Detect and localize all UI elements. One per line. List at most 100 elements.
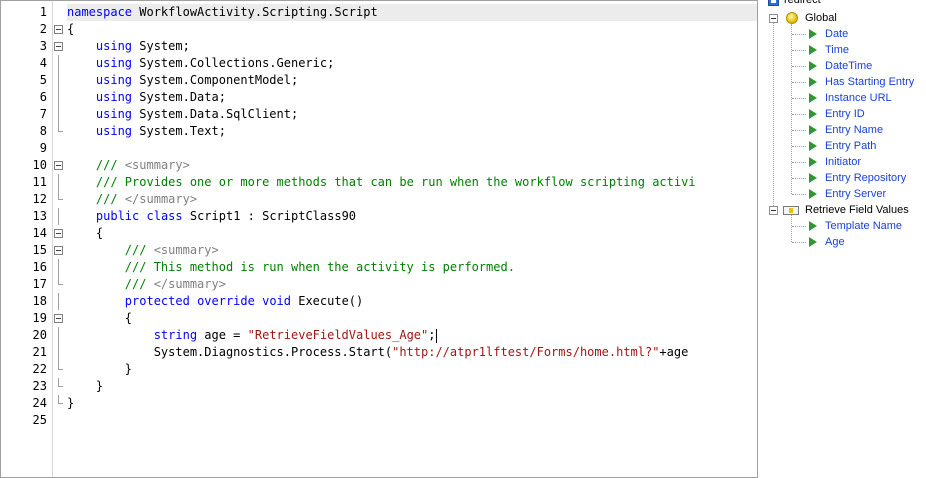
tree-guide xyxy=(792,242,806,243)
fold-guide xyxy=(53,293,65,310)
tree-item-token[interactable]: Entry Name xyxy=(825,122,883,138)
line-number-gutter: 1 2 3 4 5 6 7 8 9 10 11 12 13 14 15 16 17 18 19 20 21 22 23 24 2… xyxy=(1,1,53,477)
code-line[interactable]: using System.Data; xyxy=(67,89,757,106)
workflow-icon xyxy=(768,0,779,6)
play-arrow-icon xyxy=(809,173,817,183)
code-token: <summary> xyxy=(117,158,190,172)
fold-guide xyxy=(53,55,65,72)
code-line[interactable]: /// </summary> xyxy=(67,191,757,208)
code-line[interactable]: } xyxy=(67,361,757,378)
code-line[interactable]: /// <summary> xyxy=(67,157,757,174)
tree-guide xyxy=(792,114,806,115)
code-token: System.Data; xyxy=(132,90,226,104)
tree-item-token[interactable]: Template Name xyxy=(825,218,902,234)
line-number: 2 xyxy=(39,22,47,36)
code-line[interactable]: /// Provides one or more methods that ca… xyxy=(67,174,757,191)
code-line[interactable]: protected override void Execute() xyxy=(67,293,757,310)
tree-guide xyxy=(792,130,806,131)
code-line[interactable]: /// <summary> xyxy=(67,242,757,259)
code-line[interactable]: } xyxy=(67,378,757,395)
tree-node-retrieve-field-values[interactable]: Retrieve Field Values xyxy=(805,202,909,218)
code-token: } xyxy=(67,396,75,410)
tree-item-token[interactable]: Entry Repository xyxy=(825,170,906,186)
code-line[interactable] xyxy=(67,412,757,429)
play-arrow-icon xyxy=(809,141,817,151)
play-arrow-icon xyxy=(809,189,817,199)
code-line[interactable]: using System; xyxy=(67,38,757,55)
code-token: { xyxy=(67,311,133,325)
tree-item-token[interactable]: Instance URL xyxy=(825,90,892,106)
code-line[interactable]: { xyxy=(67,21,757,38)
code-line[interactable]: using System.ComponentModel; xyxy=(67,72,757,89)
collapse-icon[interactable] xyxy=(53,310,65,327)
code-token: using xyxy=(95,90,133,104)
code-line[interactable]: { xyxy=(67,310,757,327)
collapse-icon[interactable] xyxy=(53,21,65,38)
tree-guide xyxy=(792,194,806,195)
code-line[interactable]: string age = "RetrieveFieldValues_Age"; xyxy=(67,327,757,344)
code-line[interactable]: } xyxy=(67,395,757,412)
tree-item-token[interactable]: Entry Path xyxy=(825,138,876,154)
code-token: protected xyxy=(124,294,190,308)
code-line[interactable]: /// This method is run when the activity… xyxy=(67,259,757,276)
play-arrow-icon xyxy=(809,93,817,103)
code-token: System.Diagnostics.Process.Start( xyxy=(67,345,393,359)
code-line[interactable] xyxy=(67,140,757,157)
code-line[interactable]: /// </summary> xyxy=(67,276,757,293)
code-line[interactable]: using System.Collections.Generic; xyxy=(67,55,757,72)
code-line[interactable]: using System.Text; xyxy=(67,123,757,140)
tree-item-token[interactable]: Initiator xyxy=(825,154,861,170)
code-token: "http://atpr1lftest/Forms/home.html?" xyxy=(392,345,660,359)
tree-item-token[interactable]: Time xyxy=(825,42,849,58)
tree-guide xyxy=(792,66,806,67)
code-token: namespace xyxy=(67,5,133,19)
tree-guide xyxy=(792,98,806,99)
line-number: 6 xyxy=(39,90,47,104)
fold-guide xyxy=(53,259,65,276)
collapse-icon[interactable] xyxy=(53,242,65,259)
collapse-icon[interactable] xyxy=(769,14,778,23)
line-number: 13 xyxy=(32,209,47,223)
tree-item-token[interactable]: Entry ID xyxy=(825,106,865,122)
code-line[interactable]: System.Diagnostics.Process.Start("http:/… xyxy=(67,344,757,361)
collapse-icon[interactable] xyxy=(53,225,65,242)
tree-node-global[interactable]: Global xyxy=(805,10,837,26)
collapse-icon[interactable] xyxy=(53,157,65,174)
tree-root-redirect[interactable]: redirect xyxy=(784,0,821,8)
code-area[interactable]: namespace WorkflowActivity.Scripting.Scr… xyxy=(67,4,757,429)
tree-item-token[interactable]: Has Starting Entry xyxy=(825,74,914,90)
fold-guide xyxy=(53,276,65,293)
tree-item-token[interactable]: Age xyxy=(825,234,845,250)
tree-item-token[interactable]: Date xyxy=(825,26,848,42)
tree-item-token[interactable]: DateTime xyxy=(825,58,872,74)
collapse-icon[interactable] xyxy=(53,38,65,55)
line-number: 7 xyxy=(39,107,47,121)
code-token: System; xyxy=(132,39,190,53)
code-line[interactable]: { xyxy=(67,225,757,242)
code-line[interactable]: namespace WorkflowActivity.Scripting.Scr… xyxy=(67,4,757,21)
line-numbers: 1 2 3 4 5 6 7 8 9 10 11 12 13 14 15 16 17 18 19 20 21 22 23 24 2… xyxy=(1,4,49,429)
code-token: { xyxy=(67,226,104,240)
code-token: System.Data.SqlClient; xyxy=(132,107,299,121)
tree-item-token[interactable]: Entry Server xyxy=(825,186,886,202)
collapse-icon[interactable] xyxy=(769,206,778,215)
line-number: 3 xyxy=(39,39,47,53)
code-line[interactable]: public class Script1 : ScriptClass90 xyxy=(67,208,757,225)
code-editor[interactable]: 1 2 3 4 5 6 7 8 9 10 11 12 13 14 15 16 17 18 19 20 21 22 23 24 2… xyxy=(0,0,758,478)
code-line[interactable]: using System.Data.SqlClient; xyxy=(67,106,757,123)
code-token: /// This method is run when the activity… xyxy=(124,260,515,274)
line-number: 21 xyxy=(32,345,47,359)
code-token: public xyxy=(95,209,140,223)
fold-guide xyxy=(53,412,65,429)
fold-guide xyxy=(53,208,65,225)
code-token: System.ComponentModel; xyxy=(132,73,299,87)
code-token: </summary> xyxy=(146,277,226,291)
